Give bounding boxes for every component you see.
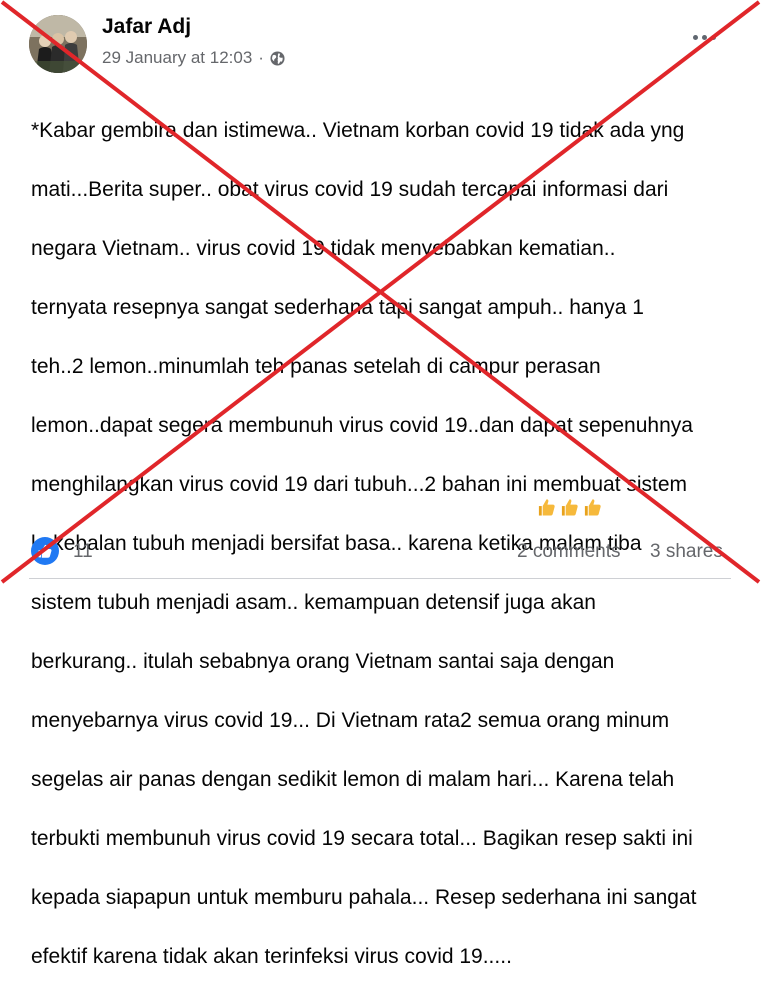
avatar[interactable] <box>29 15 87 73</box>
comments-count-link[interactable]: 2 comments <box>517 540 620 564</box>
post-body-line: segelas air panas dengan sedikit lemon d… <box>31 767 675 791</box>
more-options-button[interactable] <box>688 27 720 47</box>
facebook-post-card: Jafar Adj 29 January at 12:03 · *Kabar g… <box>0 0 761 968</box>
post-body: *Kabar gembira dan istimewa.. Vietnam ko… <box>31 86 743 1001</box>
like-reaction-icon[interactable] <box>31 537 59 565</box>
thumbs-up-icon <box>584 499 601 516</box>
footer-divider <box>29 578 731 579</box>
post-body-line: lemon..dapat segera membunuh virus covid… <box>31 413 693 437</box>
more-options-icon <box>692 34 698 40</box>
thumbs-up-icon <box>561 499 578 516</box>
post-body-line: menghilangkan virus covid 19 dari tubuh.… <box>31 472 688 496</box>
avatar-photo <box>29 15 87 73</box>
post-meta: 29 January at 12:03 · <box>102 47 285 69</box>
thumbs-up-emoji-group <box>537 497 602 517</box>
globe-icon[interactable] <box>270 51 285 66</box>
like-icon <box>38 544 52 558</box>
post-body-line: kepada siapapun untuk memburu pahala... … <box>31 885 697 909</box>
meta-separator: · <box>258 48 264 67</box>
post-author-name[interactable]: Jafar Adj <box>102 14 191 40</box>
post-body-line: teh..2 lemon..minumlah teh panas setelah… <box>31 354 601 378</box>
post-body-line: terbukti membunuh virus covid 19 secara … <box>31 826 693 850</box>
post-body-line: sistem tubuh menjadi asam.. kemampuan de… <box>31 590 596 614</box>
post-body-line: menyebarnya virus covid 19... Di Vietnam… <box>31 708 670 732</box>
post-body-line: berkurang.. itulah sebabnya orang Vietna… <box>31 649 615 673</box>
post-body-line: kekebalan tubuh menjadi bersifat basa.. … <box>31 531 642 555</box>
post-body-line: efektif karena tidak akan terinfeksi vir… <box>31 944 512 968</box>
shares-count-link[interactable]: 3 shares <box>650 540 723 564</box>
reaction-count[interactable]: 11 <box>73 540 93 564</box>
post-body-line: ternyata resepnya sangat sederhana tapi … <box>31 295 644 319</box>
post-body-line: *Kabar gembira dan istimewa.. Vietnam ko… <box>31 118 685 142</box>
post-body-line: negara Vietnam.. virus covid 19 tidak me… <box>31 236 616 260</box>
post-body-line: mati...Berita super.. obat virus covid 1… <box>31 177 669 201</box>
post-timestamp[interactable]: 29 January at 12:03 <box>102 47 252 69</box>
thumbs-up-icon <box>538 499 555 516</box>
